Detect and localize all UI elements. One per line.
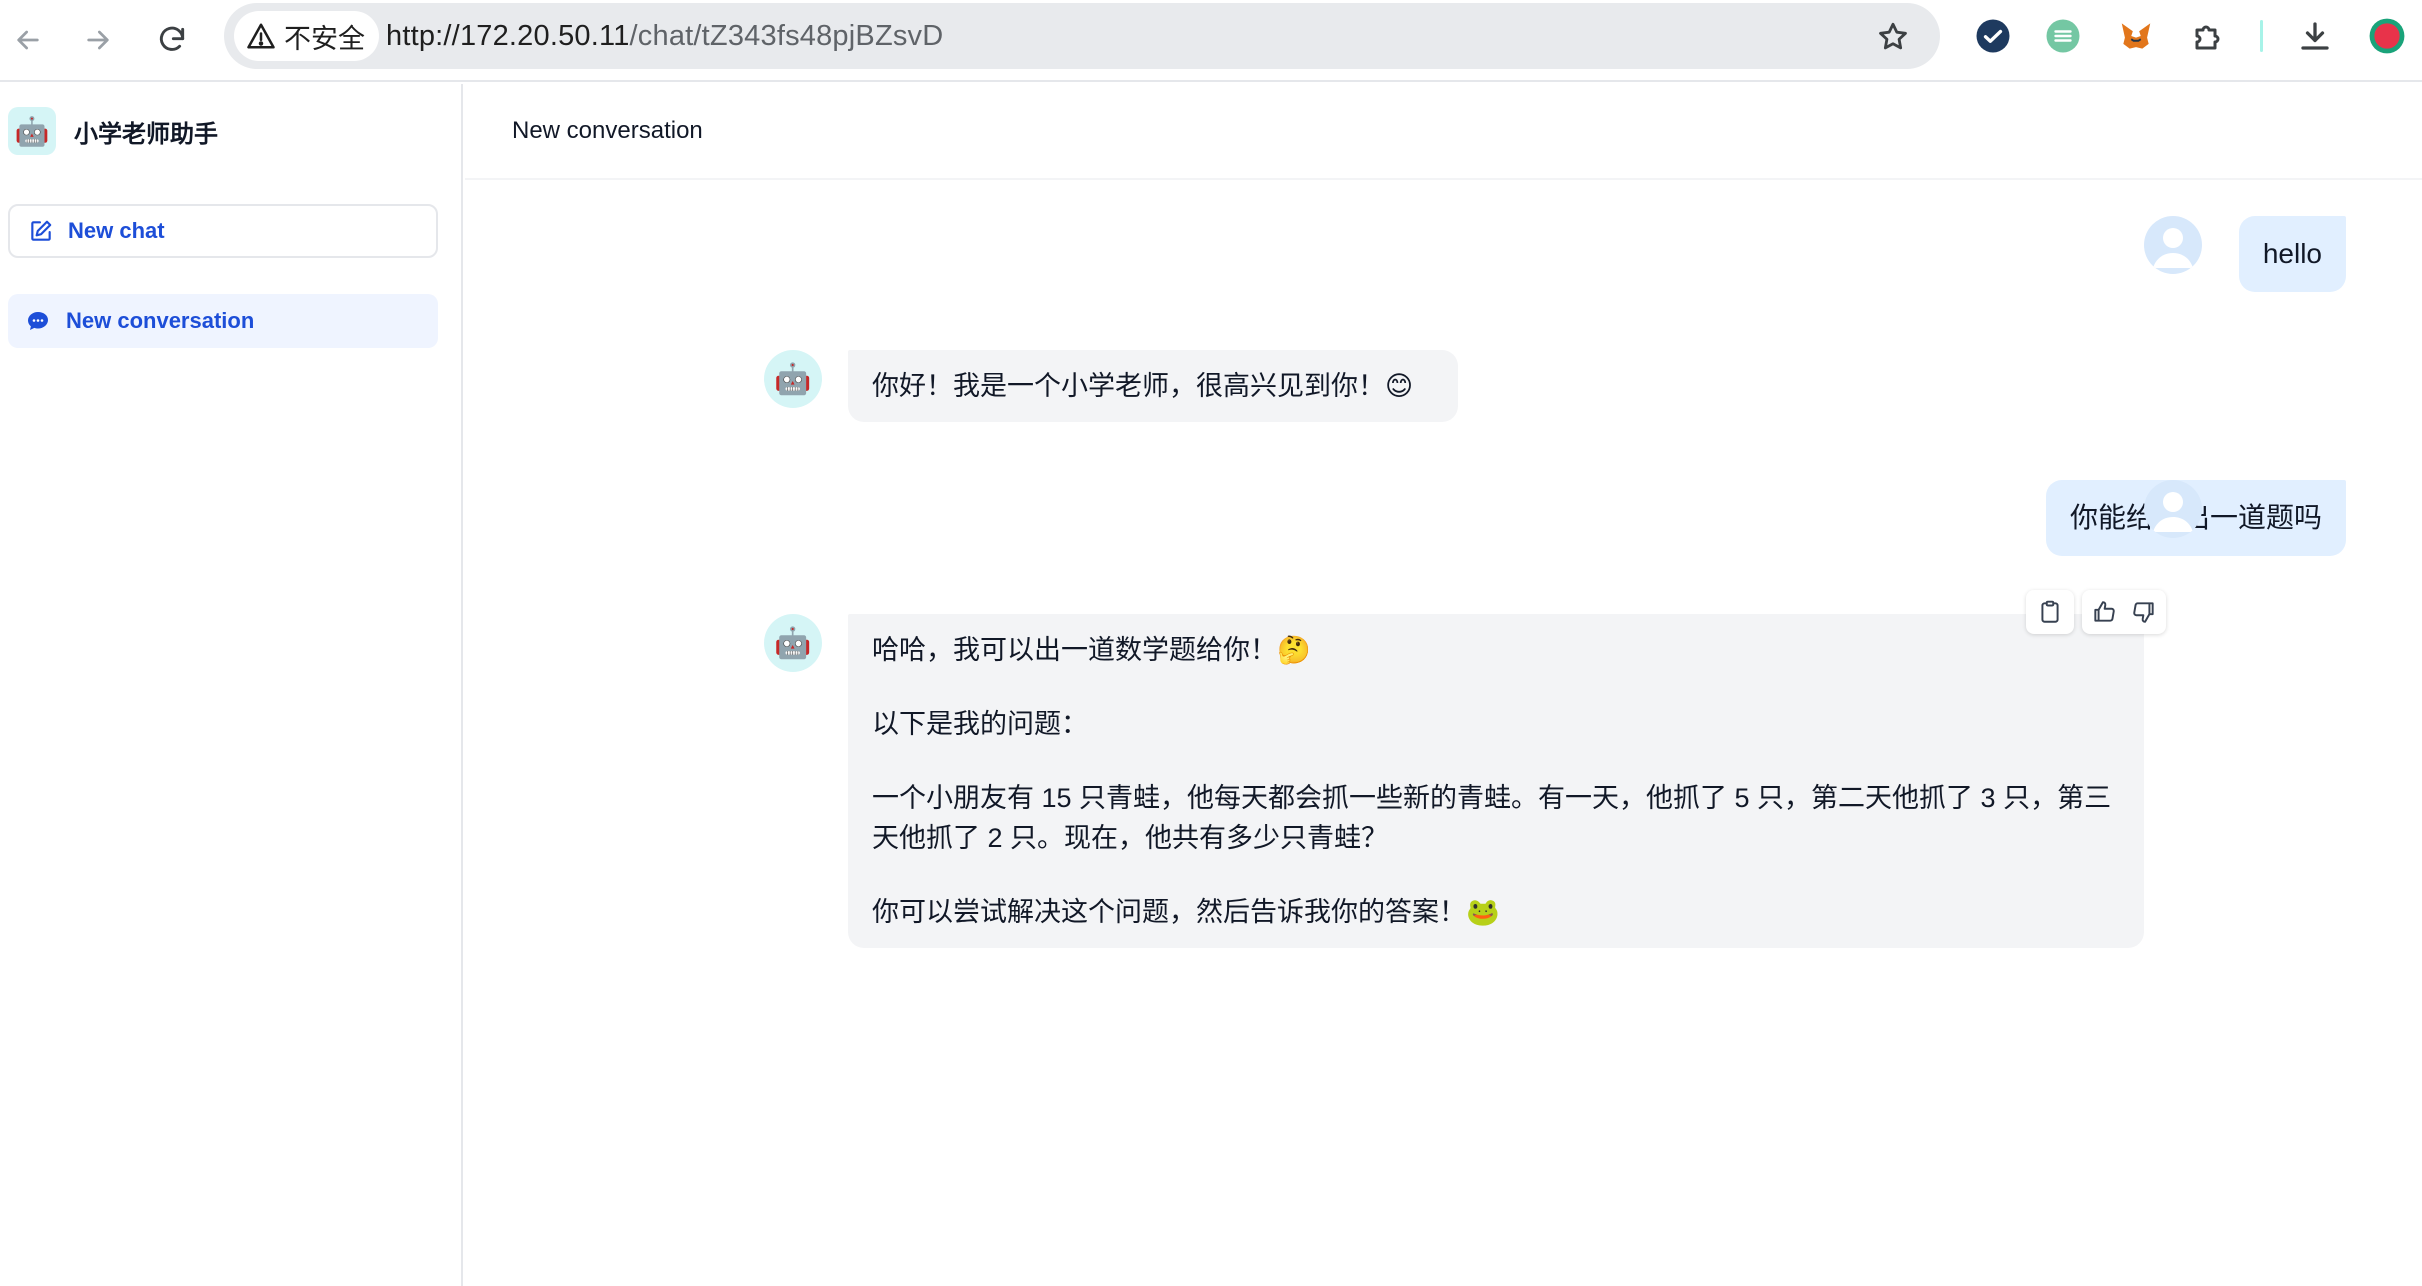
metamask-fox-icon[interactable] [2117, 17, 2155, 55]
browser-toolbar: 不安全 http://172.20.50.11/chat/tZ343fs48pj… [0, 0, 2422, 82]
conversation-label: New conversation [66, 308, 255, 333]
thumbs-up-icon [2094, 601, 2115, 622]
forward-button[interactable] [72, 14, 124, 66]
url-path: /chat/tZ343fs48pjBZsvD [629, 20, 944, 52]
app-title: 小学老师助手 [74, 120, 218, 148]
copy-button[interactable] [2026, 590, 2074, 634]
back-button[interactable] [2, 14, 54, 66]
bot-message-text: 你好！我是一个小学老师，很高兴见到你！😊 [872, 371, 1414, 401]
warning-icon [247, 23, 275, 49]
chat-bubble-icon [28, 312, 48, 330]
sidebar-item-conversation[interactable]: New conversation [8, 294, 438, 348]
bot-message: 哈哈，我可以出一道数学题给你！🤔 以下是我的问题： 一个小朋友有 15 只青蛙，… [848, 614, 2144, 948]
user-avatar [2144, 216, 2202, 274]
thumbs-down-icon [2133, 602, 2154, 623]
extension-check-icon[interactable] [1974, 17, 2012, 55]
bot-message-paragraph: 你可以尝试解决这个问题，然后告诉我你的答案！🐸 [872, 897, 1500, 927]
url-text[interactable]: http://172.20.50.11/chat/tZ343fs48pjBZsv… [386, 3, 943, 69]
bookmark-star-icon[interactable] [1876, 20, 1910, 54]
address-bar[interactable]: 不安全 http://172.20.50.11/chat/tZ343fs48pj… [224, 3, 1940, 69]
extensions-puzzle-icon[interactable] [2190, 17, 2228, 55]
toolbar-divider [2260, 20, 2263, 52]
user-silhouette-icon [2153, 492, 2193, 532]
user-message: hello [2238, 216, 2346, 292]
robot-logo-icon: 🤖 [8, 107, 56, 155]
profile-avatar-icon[interactable] [2368, 17, 2406, 55]
user-silhouette-icon [2153, 228, 2193, 268]
download-icon[interactable] [2296, 17, 2334, 55]
extension-ai-icon[interactable] [2044, 17, 2082, 55]
conversation-title: New conversation [465, 84, 2422, 180]
security-label: 不安全 [284, 23, 365, 54]
reload-button[interactable] [146, 14, 198, 66]
edit-icon [31, 220, 52, 241]
chat-main: New conversation hello 🤖 你好！我是一个小学老师，很高兴… [465, 84, 2422, 1286]
new-chat-label: New chat [68, 218, 165, 243]
bot-avatar: 🤖 [764, 350, 822, 408]
url-host: http://172.20.50.11 [386, 20, 630, 52]
message-actions [2026, 590, 2166, 634]
new-chat-button[interactable]: New chat [8, 204, 438, 258]
user-avatar [2144, 480, 2202, 538]
bot-message-paragraph: 以下是我的问题： [872, 709, 1088, 739]
arrow-left-icon [17, 30, 39, 50]
sidebar: 🤖 小学老师助手 New chat New conversation [0, 84, 463, 1286]
thumbs-up-button[interactable] [2088, 596, 2120, 628]
thumbs-down-button[interactable] [2128, 596, 2160, 628]
reload-icon [159, 26, 185, 51]
bot-message: 你好！我是一个小学老师，很高兴见到你！😊 [848, 350, 1458, 422]
feedback-buttons [2082, 590, 2166, 634]
arrow-right-icon [87, 30, 109, 50]
bot-message-paragraph: 哈哈，我可以出一道数学题给你！🤔 [872, 635, 1311, 665]
app-header: 🤖 小学老师助手 [8, 106, 218, 156]
bot-avatar: 🤖 [764, 614, 822, 672]
bot-message-paragraph: 一个小朋友有 15 只青蛙，他每天都会抓一些新的青蛙。有一天，他抓了 5 只，第… [872, 783, 2112, 853]
clipboard-icon [2041, 600, 2059, 623]
security-chip[interactable]: 不安全 [234, 11, 379, 61]
